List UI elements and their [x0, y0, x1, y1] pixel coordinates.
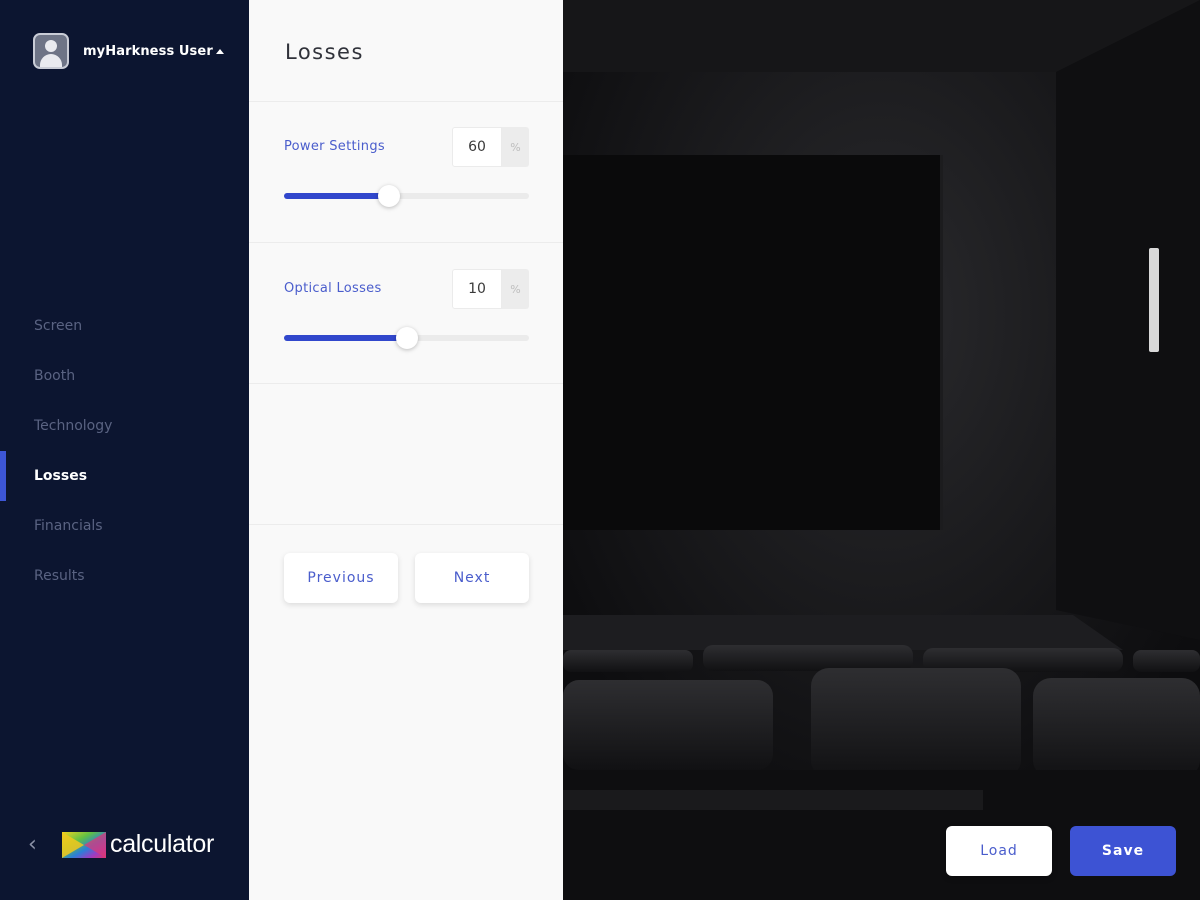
sidebar-item-booth[interactable]: Booth: [0, 351, 249, 401]
calculator-logo-icon: [62, 831, 106, 858]
slider-thumb[interactable]: [395, 327, 418, 349]
user-name: myHarkness User: [83, 43, 213, 59]
slider-thumb[interactable]: [378, 185, 401, 207]
previous-button[interactable]: Previous: [284, 553, 398, 603]
chevron-left-icon[interactable]: ‹: [28, 832, 50, 857]
power-settings-slider[interactable]: [284, 185, 529, 207]
brand-name: calculator: [110, 830, 214, 858]
optical-losses-slider[interactable]: [284, 327, 529, 349]
sidebar: myHarkness User Screen Booth Technology …: [0, 0, 249, 900]
power-settings-label: Power Settings: [284, 139, 385, 154]
save-button[interactable]: Save: [1070, 826, 1176, 876]
cinema-scene-image: [563, 0, 1200, 900]
user-menu[interactable]: myHarkness User: [33, 33, 224, 69]
divider: [249, 524, 563, 525]
slider-fill: [284, 335, 407, 341]
settings-panel: Losses Power Settings 60 % Optical Losse…: [249, 0, 563, 900]
optical-losses-input[interactable]: 10: [452, 269, 502, 309]
sidebar-item-losses[interactable]: Losses: [0, 451, 249, 501]
slider-fill: [284, 193, 390, 199]
sidebar-item-results[interactable]: Results: [0, 551, 249, 601]
sidebar-nav: Screen Booth Technology Losses Financial…: [0, 301, 249, 601]
divider: [249, 383, 563, 384]
footer-brand: ‹ calculator: [28, 830, 214, 859]
sidebar-item-screen[interactable]: Screen: [0, 301, 249, 351]
divider: [249, 242, 563, 243]
optical-losses-unit: %: [502, 269, 529, 309]
power-settings-unit: %: [502, 127, 529, 167]
cinema-preview: [563, 0, 1200, 900]
sidebar-item-financials[interactable]: Financials: [0, 501, 249, 551]
divider: [249, 101, 563, 102]
caret-up-icon[interactable]: [215, 48, 224, 54]
page-title: Losses: [285, 40, 364, 64]
optical-losses-label: Optical Losses: [284, 281, 382, 296]
next-button[interactable]: Next: [415, 553, 529, 603]
avatar: [33, 33, 69, 69]
power-settings-input[interactable]: 60: [452, 127, 502, 167]
load-button[interactable]: Load: [946, 826, 1052, 876]
sidebar-item-technology[interactable]: Technology: [0, 401, 249, 451]
